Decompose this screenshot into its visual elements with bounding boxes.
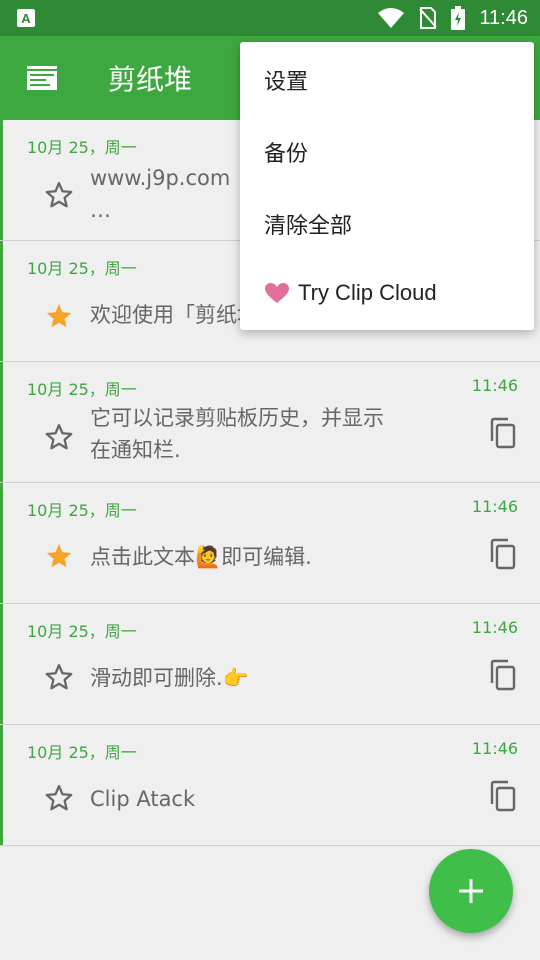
clip-item[interactable]: 10月 25，周一 11:46 Clip Atack [0, 725, 540, 846]
clip-text[interactable]: 点击此文本🙋即可编辑. [90, 541, 435, 573]
no-sim-icon [419, 7, 438, 29]
clip-stack-icon[interactable] [24, 60, 60, 96]
svg-text:A: A [21, 11, 31, 26]
clock: 11:46 [479, 6, 528, 29]
app-title: 剪纸堆 [108, 63, 193, 96]
status-bar: A 11:46 [0, 0, 540, 36]
clip-date: 10月 25，周一 [27, 743, 137, 762]
clip-item[interactable]: 10月 25，周一 11:46 点击此文本🙋即可编辑. [0, 483, 540, 604]
clip-text[interactable]: 它可以记录剪贴板历史，并显示 在通知栏. [90, 402, 435, 466]
clip-date: 10月 25，周一 [27, 380, 137, 399]
clip-time: 11:46 [471, 376, 518, 395]
star-outline-icon[interactable] [44, 180, 74, 210]
clip-time: 11:46 [471, 618, 518, 637]
clip-date: 10月 25，周一 [27, 138, 137, 157]
heart-icon [265, 283, 289, 303]
wifi-icon [378, 8, 405, 28]
menu-item-try-clip-cloud[interactable]: Try Clip Cloud [264, 280, 437, 306]
star-outline-icon[interactable] [44, 662, 74, 692]
clip-text[interactable]: 滑动即可删除.👉 [90, 662, 435, 694]
add-clip-button[interactable] [429, 849, 513, 933]
clip-time: 11:46 [471, 739, 518, 758]
clip-date: 10月 25，周一 [27, 501, 137, 520]
menu-item-clear-all[interactable]: 清除全部 [264, 208, 352, 240]
clip-date: 10月 25，周一 [27, 622, 137, 641]
copy-icon[interactable] [488, 417, 516, 449]
star-outline-icon[interactable] [44, 422, 74, 452]
menu-item-settings[interactable]: 设置 [264, 64, 308, 96]
battery-charging-icon [451, 6, 466, 30]
star-filled-icon[interactable] [44, 541, 74, 571]
copy-icon[interactable] [488, 538, 516, 570]
copy-icon[interactable] [488, 780, 516, 812]
menu-item-backup[interactable]: 备份 [264, 136, 308, 168]
clip-time: 11:46 [471, 497, 518, 516]
plus-icon [459, 879, 483, 903]
overflow-menu: 设置 备份 清除全部 Try Clip Cloud [240, 42, 534, 330]
clip-text[interactable]: Clip Atack [90, 783, 435, 815]
clip-item[interactable]: 10月 25，周一 11:46 它可以记录剪贴板历史，并显示 在通知栏. [0, 362, 540, 483]
clip-item[interactable]: 10月 25，周一 11:46 滑动即可删除.👉 [0, 604, 540, 725]
star-outline-icon[interactable] [44, 783, 74, 813]
star-filled-icon[interactable] [44, 301, 74, 331]
copy-icon[interactable] [488, 659, 516, 691]
clip-date: 10月 25，周一 [27, 259, 137, 278]
a-notification-icon: A [17, 9, 35, 27]
